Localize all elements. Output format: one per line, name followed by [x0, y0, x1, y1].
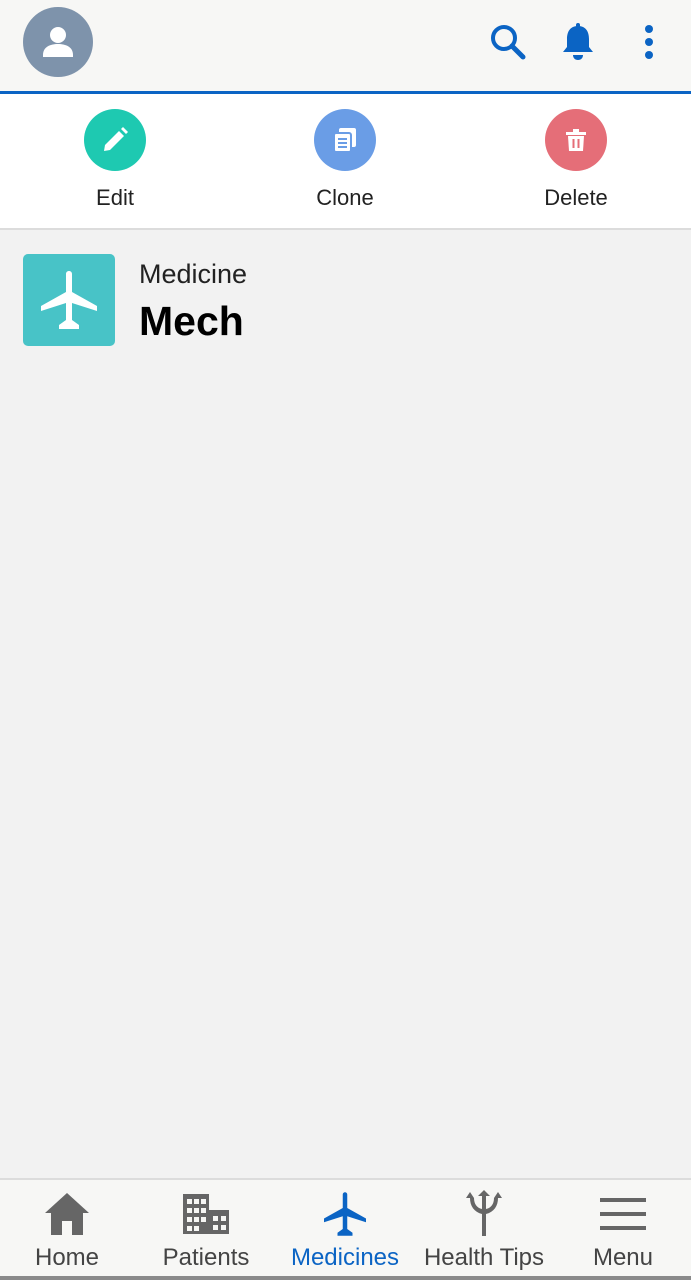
- home-icon: [45, 1193, 89, 1235]
- trident-icon: [466, 1190, 502, 1236]
- notifications-button[interactable]: [556, 20, 600, 64]
- clone-button[interactable]: Clone: [275, 109, 415, 219]
- hamburger-icon-wrap: [595, 1188, 651, 1240]
- action-bar: Edit Clone Delete: [0, 94, 691, 230]
- system-nav-strip: [0, 1276, 691, 1280]
- record-name: Mech: [139, 298, 244, 344]
- app-screen: Edit Clone Delete Medicine Mech Home Pat…: [0, 0, 691, 1280]
- bottom-navigation: Home Patients Medicines Health Tips Menu: [0, 1178, 691, 1280]
- user-icon: [43, 27, 73, 57]
- nav-label-health-tips: Health Tips: [423, 1244, 545, 1271]
- airplane-icon: [41, 271, 97, 329]
- record-type-label: Medicine: [139, 259, 248, 289]
- edit-button[interactable]: Edit: [45, 109, 185, 219]
- more-vertical-icon: [645, 25, 653, 59]
- trash-icon: [566, 129, 586, 151]
- clone-icon-circle: [314, 109, 376, 171]
- nav-label-patients: Patients: [162, 1244, 250, 1271]
- search-button[interactable]: [486, 20, 530, 64]
- record-icon-tile: [23, 254, 115, 346]
- pencil-icon: [104, 127, 128, 151]
- airplane-icon: [324, 1192, 366, 1236]
- nav-item-home[interactable]: Home: [0, 1180, 136, 1278]
- nav-item-medicines[interactable]: Medicines: [276, 1180, 414, 1278]
- top-header: [0, 0, 691, 91]
- avatar[interactable]: [23, 7, 93, 77]
- bell-icon: [563, 23, 593, 60]
- nav-label-home: Home: [34, 1244, 100, 1271]
- nav-item-patients[interactable]: Patients: [137, 1180, 275, 1278]
- nav-label-menu: Menu: [592, 1244, 654, 1271]
- record-header: Medicine Mech: [0, 232, 691, 362]
- home-icon-wrap: [39, 1188, 95, 1240]
- delete-button[interactable]: Delete: [506, 109, 646, 219]
- clone-label: Clone: [316, 185, 374, 210]
- hamburger-icon: [600, 1198, 646, 1230]
- edit-label: Edit: [96, 185, 134, 210]
- copy-icon: [333, 128, 356, 153]
- trident-icon-wrap: [456, 1188, 512, 1240]
- delete-icon-circle: [545, 109, 607, 171]
- building-icon: [183, 1194, 229, 1234]
- delete-label: Delete: [544, 185, 608, 210]
- more-options-button[interactable]: [627, 20, 671, 64]
- nav-label-medicines: Medicines: [290, 1244, 400, 1271]
- building-icon-wrap: [178, 1188, 234, 1240]
- search-icon: [491, 25, 526, 60]
- edit-icon-circle: [84, 109, 146, 171]
- nav-item-menu[interactable]: Menu: [554, 1180, 691, 1278]
- airplane-nav-icon-wrap: [317, 1188, 373, 1240]
- nav-item-health-tips[interactable]: Health Tips: [415, 1180, 553, 1278]
